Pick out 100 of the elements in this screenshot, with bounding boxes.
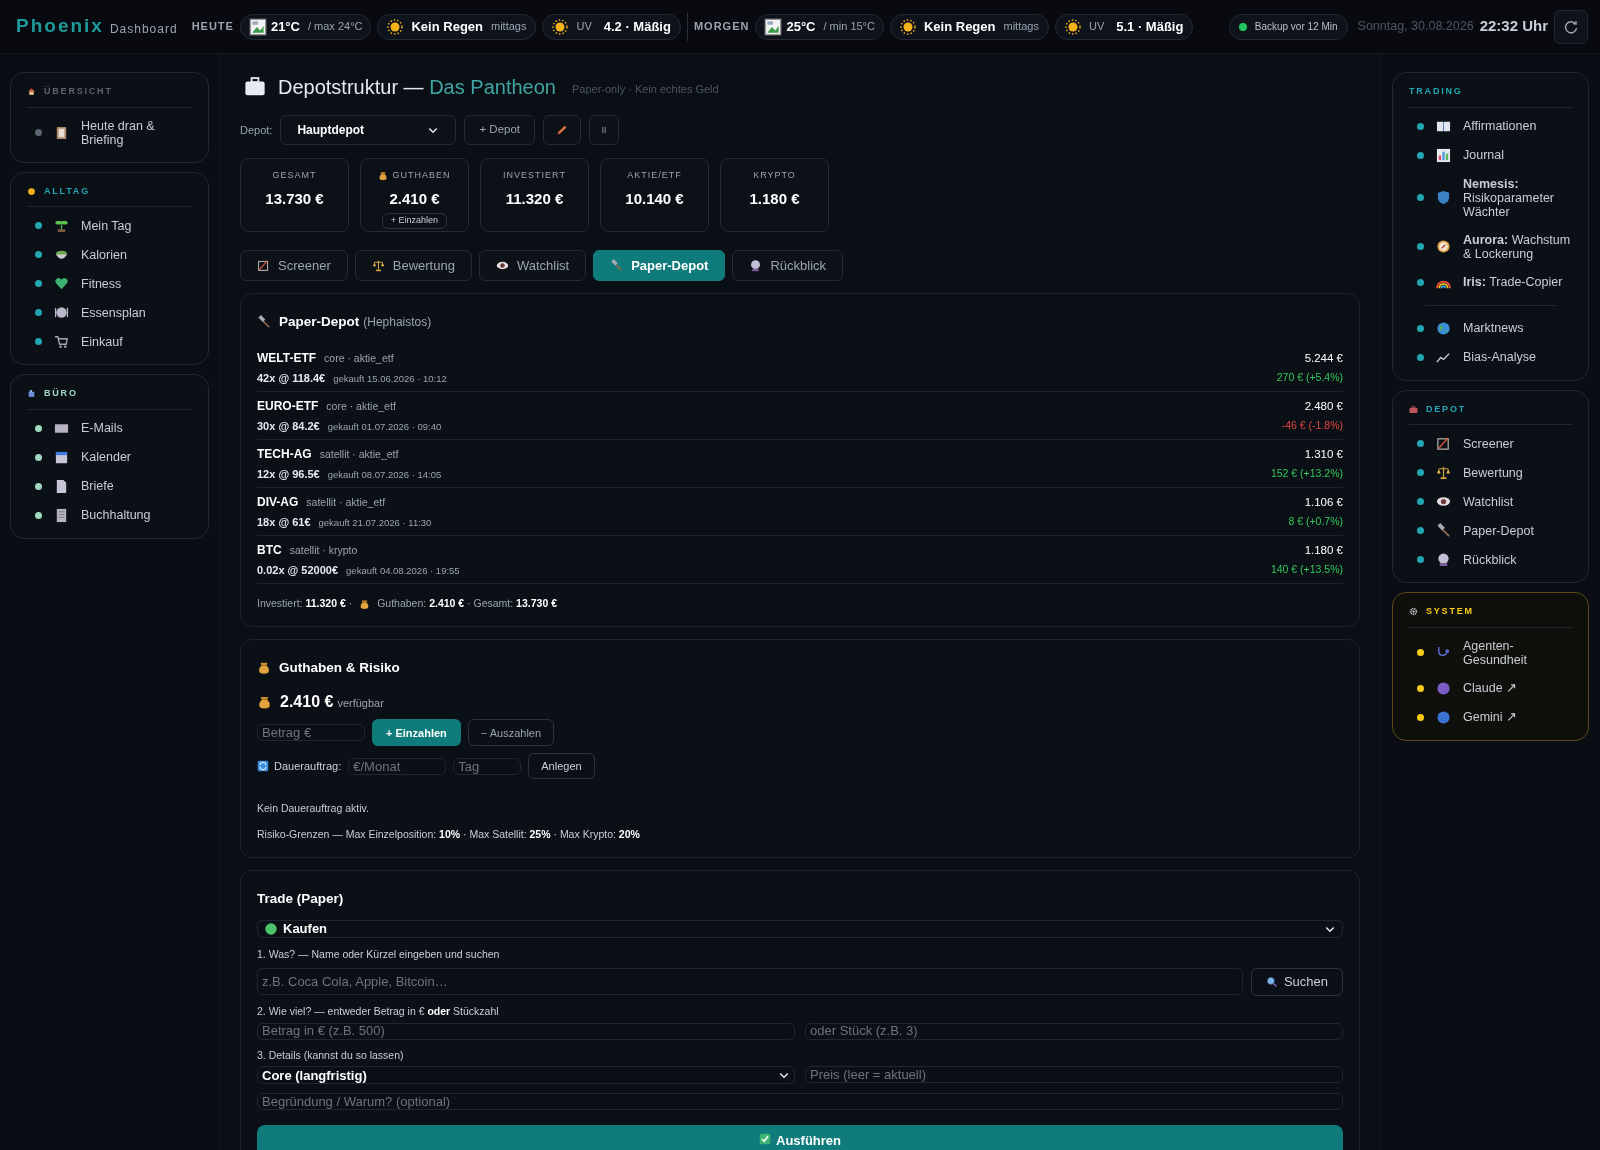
- depot-select[interactable]: Hauptdepot: [280, 115, 457, 145]
- position-quantity: 42x @ 118.4€: [257, 371, 326, 386]
- price-field[interactable]: Preis (leer = aktuell): [805, 1066, 1343, 1084]
- amount-field[interactable]: Betrag in € (z.B. 500): [257, 1022, 795, 1040]
- uv-index: 4.2 · Mäßig: [603, 17, 671, 36]
- deposit-button[interactable]: + Einzahlen: [372, 719, 461, 747]
- nav-link[interactable]: Journal: [1463, 148, 1504, 162]
- reason-field[interactable]: Begründung / Warum? (optional): [257, 1093, 1343, 1111]
- rain-note: mittags: [1003, 19, 1039, 35]
- tab[interactable]: Paper-Depot: [593, 250, 726, 281]
- uv-label: UV: [576, 19, 592, 35]
- deposit-button[interactable]: + Einzahlen: [381, 213, 448, 229]
- profit-loss: 140 € (+13.5%): [1270, 562, 1343, 577]
- nav-link[interactable]: Marktnews: [1463, 321, 1524, 335]
- section-title: DEPOT: [1426, 402, 1466, 416]
- standing-order-label: Dauerauftrag:: [274, 759, 342, 774]
- nav-link[interactable]: Watchlist: [1463, 494, 1514, 509]
- profit-loss: 152 € (+13.2%): [1270, 466, 1343, 481]
- nav-link[interactable]: Claude ↗: [1463, 681, 1518, 695]
- tab[interactable]: Bewertung: [354, 250, 472, 281]
- panel-title: Trade (Paper): [257, 889, 345, 908]
- search-field[interactable]: z.B. Coca Cola, Apple, Bitcoin…: [257, 967, 1243, 995]
- stat-label: GESAMT: [272, 169, 317, 182]
- amount-field[interactable]: Betrag €: [257, 724, 365, 742]
- nav-link[interactable]: Agenten-Gesundheit: [1463, 638, 1576, 667]
- date-text: Sonntag, 30.08.2026: [1357, 18, 1474, 36]
- nav-link[interactable]: Paper-Depot: [1463, 523, 1534, 538]
- position-value: 2.480 €: [1304, 398, 1343, 414]
- temperature: 25°C: [786, 17, 816, 36]
- add-depot-button[interactable]: + Depot: [464, 115, 536, 145]
- tab[interactable]: Screener: [240, 250, 348, 281]
- horizon-select[interactable]: Core (langfristig): [257, 1066, 795, 1085]
- nav-link[interactable]: Buchhaltung: [81, 508, 151, 522]
- nav-link[interactable]: Bias-Analyse: [1463, 350, 1536, 364]
- nav-link[interactable]: Gemini ↗: [1463, 710, 1518, 724]
- panel-title: Paper-Depot: [279, 313, 360, 331]
- risk-limits: Risiko-Grenzen — Max Einzelposition: 10% · Max Satellit: 25% · Max Krypto: 20%: [257, 827, 641, 842]
- uv-index: 5.1 · Mäßig: [1116, 17, 1184, 36]
- position-name: WELT-ETF: [257, 350, 317, 367]
- day-label: HEUTE: [191, 19, 234, 35]
- page-subtitle: Paper-only · Kein echtes Geld: [571, 81, 719, 97]
- nav-link[interactable]: Affirmationen: [1463, 119, 1537, 133]
- create-button[interactable]: Anlegen: [528, 753, 595, 780]
- nav-link[interactable]: Iris: Trade-Copier: [1463, 275, 1563, 289]
- position-tags: core · aktie_etf: [326, 399, 396, 415]
- nav-link[interactable]: Rückblick: [1463, 552, 1517, 567]
- rain-note: mittags: [491, 19, 527, 35]
- position-value: 1.106 €: [1304, 494, 1343, 510]
- stat-value: 10.140 €: [625, 188, 684, 209]
- section-title: TRADING: [1409, 85, 1463, 98]
- withdraw-button[interactable]: − Auszahlen: [467, 719, 555, 747]
- day-field[interactable]: Tag: [453, 757, 522, 775]
- nav-link[interactable]: Mein Tag: [81, 218, 132, 233]
- nav-link[interactable]: E-Mails: [81, 421, 123, 435]
- rain-forecast: Kein Regen: [411, 17, 483, 36]
- panel-title: Guthaben & Risiko: [279, 659, 400, 677]
- purchase-date: gekauft 08.07.2026 · 14:05: [327, 468, 442, 482]
- stat-label: INVESTIERT: [503, 169, 566, 182]
- standing-order-note: Kein Dauerauftrag aktiv.: [257, 801, 370, 817]
- execute-button[interactable]: Ausführen: [257, 1125, 1343, 1150]
- brand-name: Phoenix: [16, 14, 104, 39]
- profit-loss: 270 € (+5.4%): [1276, 370, 1343, 385]
- nav-link[interactable]: Bewertung: [1463, 465, 1523, 480]
- stat-label: GUTHABEN: [392, 169, 451, 182]
- nav-link[interactable]: Briefe: [81, 479, 114, 493]
- nav-link[interactable]: Aurora: Wachstum & Lockerung: [1463, 232, 1576, 261]
- side-select[interactable]: Kaufen: [257, 920, 1343, 938]
- nav-link[interactable]: Heute dran & Briefing: [81, 118, 196, 147]
- search-button[interactable]: Suchen: [1250, 967, 1343, 996]
- nav-link[interactable]: Essensplan: [81, 305, 146, 320]
- nav-link[interactable]: Nemesis: Risikoparameter Wächter: [1463, 176, 1576, 219]
- nav-link[interactable]: Screener: [1463, 436, 1514, 451]
- panel-subtitle: (Hephaistos): [363, 314, 432, 332]
- uv-label: UV: [1088, 19, 1105, 35]
- position-tags: core · aktie_etf: [324, 351, 394, 367]
- temperature: 21°C: [270, 17, 300, 36]
- day-label: MORGEN: [693, 19, 750, 35]
- nav-link[interactable]: Kalender: [81, 450, 132, 464]
- temperature-range: / min 15°C: [823, 19, 875, 35]
- position-value: 1.310 €: [1304, 446, 1343, 462]
- step-label: 2. Wie viel? — entweder Betrag in € oder Stückzahl: [257, 1003, 500, 1019]
- summary-text: Guthaben: 2.410 € · Gesamt: 13.730 €: [377, 596, 557, 612]
- nav-link[interactable]: Einkauf: [81, 334, 123, 349]
- nav-link[interactable]: Kalorien: [81, 247, 127, 262]
- position-quantity: 18x @ 61€: [257, 515, 311, 530]
- stat-value: 1.180 €: [749, 188, 800, 209]
- stat-value: 11.320 €: [505, 188, 564, 209]
- purchase-date: gekauft 15.06.2026 · 10:12: [333, 372, 447, 386]
- tab[interactable]: Watchlist: [478, 250, 587, 281]
- purchase-date: gekauft 04.08.2026 · 19:55: [346, 564, 460, 578]
- monthly-amount-field[interactable]: €/Monat: [348, 757, 447, 775]
- temperature-range: / max 24°C: [307, 19, 363, 35]
- position-tags: satellit · aktie_etf: [319, 447, 399, 463]
- tab[interactable]: Rückblick: [732, 250, 844, 281]
- nav-link[interactable]: Fitness: [81, 276, 122, 291]
- position-value: 5.244 €: [1304, 350, 1343, 366]
- clock-time: 22:32 Uhr: [1479, 16, 1548, 37]
- purchase-date: gekauft 21.07.2026 · 11:30: [318, 516, 432, 530]
- quantity-field[interactable]: oder Stück (z.B. 3): [805, 1022, 1343, 1040]
- backup-status: Backup vor 12 Min: [1254, 20, 1338, 34]
